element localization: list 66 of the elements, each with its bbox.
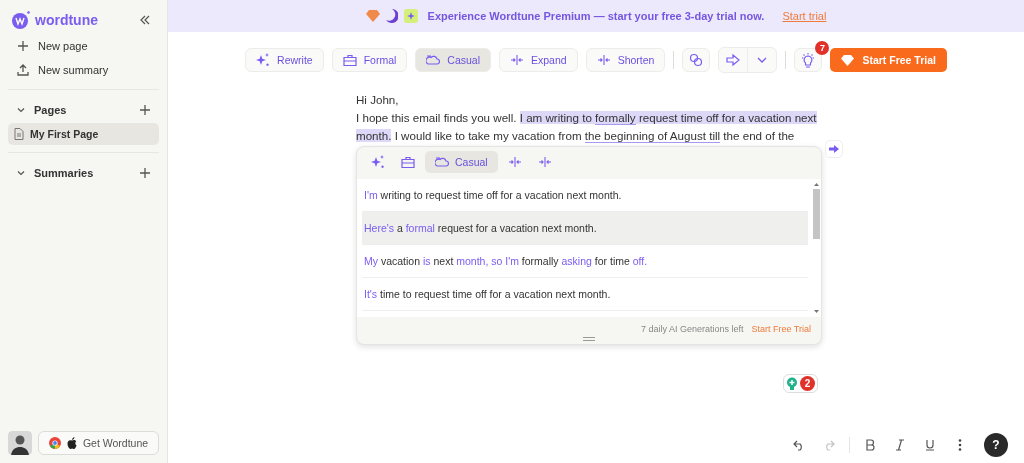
- banner-text: Experience Wordtune Premium — start your free 3-day trial now.: [427, 10, 765, 22]
- briefcase-icon: [342, 53, 357, 67]
- sidebar-item[interactable]: My First Page: [8, 123, 159, 145]
- add-icon[interactable]: [139, 104, 151, 116]
- upload-icon: [17, 64, 29, 76]
- sparkle-icon: [403, 9, 418, 23]
- sparkle-icon: [256, 53, 271, 67]
- link-circles-icon: [689, 53, 704, 67]
- resize-handle[interactable]: [583, 337, 595, 341]
- suggestion-item[interactable]: My vacation is next month, so I'm formally asking for time off.: [362, 245, 808, 278]
- count-badge: 2: [800, 376, 815, 391]
- editor-paragraph: Hi John,: [356, 92, 400, 108]
- suggestion-item[interactable]: It's time to request time off for a vacation next month.: [362, 278, 808, 311]
- expand-icon: [510, 54, 524, 66]
- lightbulb-icon: [801, 52, 816, 68]
- arrow-icon: [726, 54, 741, 66]
- tone-button[interactable]: Shorten: [585, 48, 666, 72]
- chevron-icon: [16, 168, 26, 178]
- logo-icon: [11, 10, 31, 30]
- collapse-icon[interactable]: [139, 15, 151, 25]
- lightbulb-icon: [786, 376, 798, 391]
- suggestion-item[interactable]: Here's a formal request for a vacation next month.: [362, 212, 808, 245]
- help-button[interactable]: ?: [984, 433, 1008, 457]
- undo-icon: [793, 439, 805, 451]
- cloud-icon: [435, 156, 449, 168]
- expand-icon: [507, 156, 522, 168]
- avatar-icon: [8, 431, 32, 455]
- section-header[interactable]: Summaries: [16, 167, 94, 179]
- redo-icon: [823, 439, 835, 451]
- cloud-icon: [426, 54, 441, 66]
- chrome-icon: [48, 437, 61, 449]
- chevron-icon: [756, 55, 769, 65]
- sidebar-action[interactable]: New summary: [8, 58, 159, 82]
- arrow-icon: [829, 145, 839, 153]
- italic-icon: [894, 439, 906, 451]
- shorten-icon: [596, 54, 611, 66]
- moon-icon: [385, 9, 398, 23]
- add-icon[interactable]: [139, 167, 151, 179]
- editor-paragraph: I hope this email finds you well. I am writing to formally request time off for a vacation next month. I would like to take my vacation from the beginning of August till the end of the: [356, 110, 818, 145]
- sidebar-action[interactable]: New page: [8, 34, 159, 58]
- bold-icon: [864, 439, 876, 451]
- logo-text: wordtune: [35, 12, 98, 28]
- get-wordtune-button[interactable]: Get Wordtune: [38, 431, 159, 455]
- scrollbar[interactable]: [812, 181, 821, 315]
- tone-button[interactable]: Casual: [425, 151, 498, 173]
- diamond-icon: [365, 10, 380, 22]
- generations-left-text: 7 daily AI Generations left: [640, 324, 744, 334]
- tone-button[interactable]: Formal: [331, 48, 408, 72]
- section-header[interactable]: Pages: [16, 104, 67, 116]
- sparkle-icon: [371, 155, 385, 169]
- grammar-badge[interactable]: 2: [783, 374, 818, 393]
- shorten-icon: [537, 156, 552, 168]
- plus-icon: [17, 40, 29, 52]
- count-badge: 7: [815, 41, 830, 55]
- diamond-icon: [841, 54, 855, 66]
- tone-button[interactable]: Rewrite: [245, 48, 324, 72]
- chevron-icon: [16, 105, 26, 115]
- briefcase-icon: [401, 155, 415, 169]
- apply-button[interactable]: [825, 140, 843, 158]
- apple-icon: [66, 437, 77, 449]
- tone-button[interactable]: Casual: [415, 48, 491, 72]
- more-icon: [958, 439, 962, 451]
- compare-button[interactable]: [682, 48, 711, 72]
- document-icon: [14, 128, 24, 140]
- underline-icon: [924, 439, 936, 451]
- tone-button[interactable]: Expand: [499, 48, 578, 72]
